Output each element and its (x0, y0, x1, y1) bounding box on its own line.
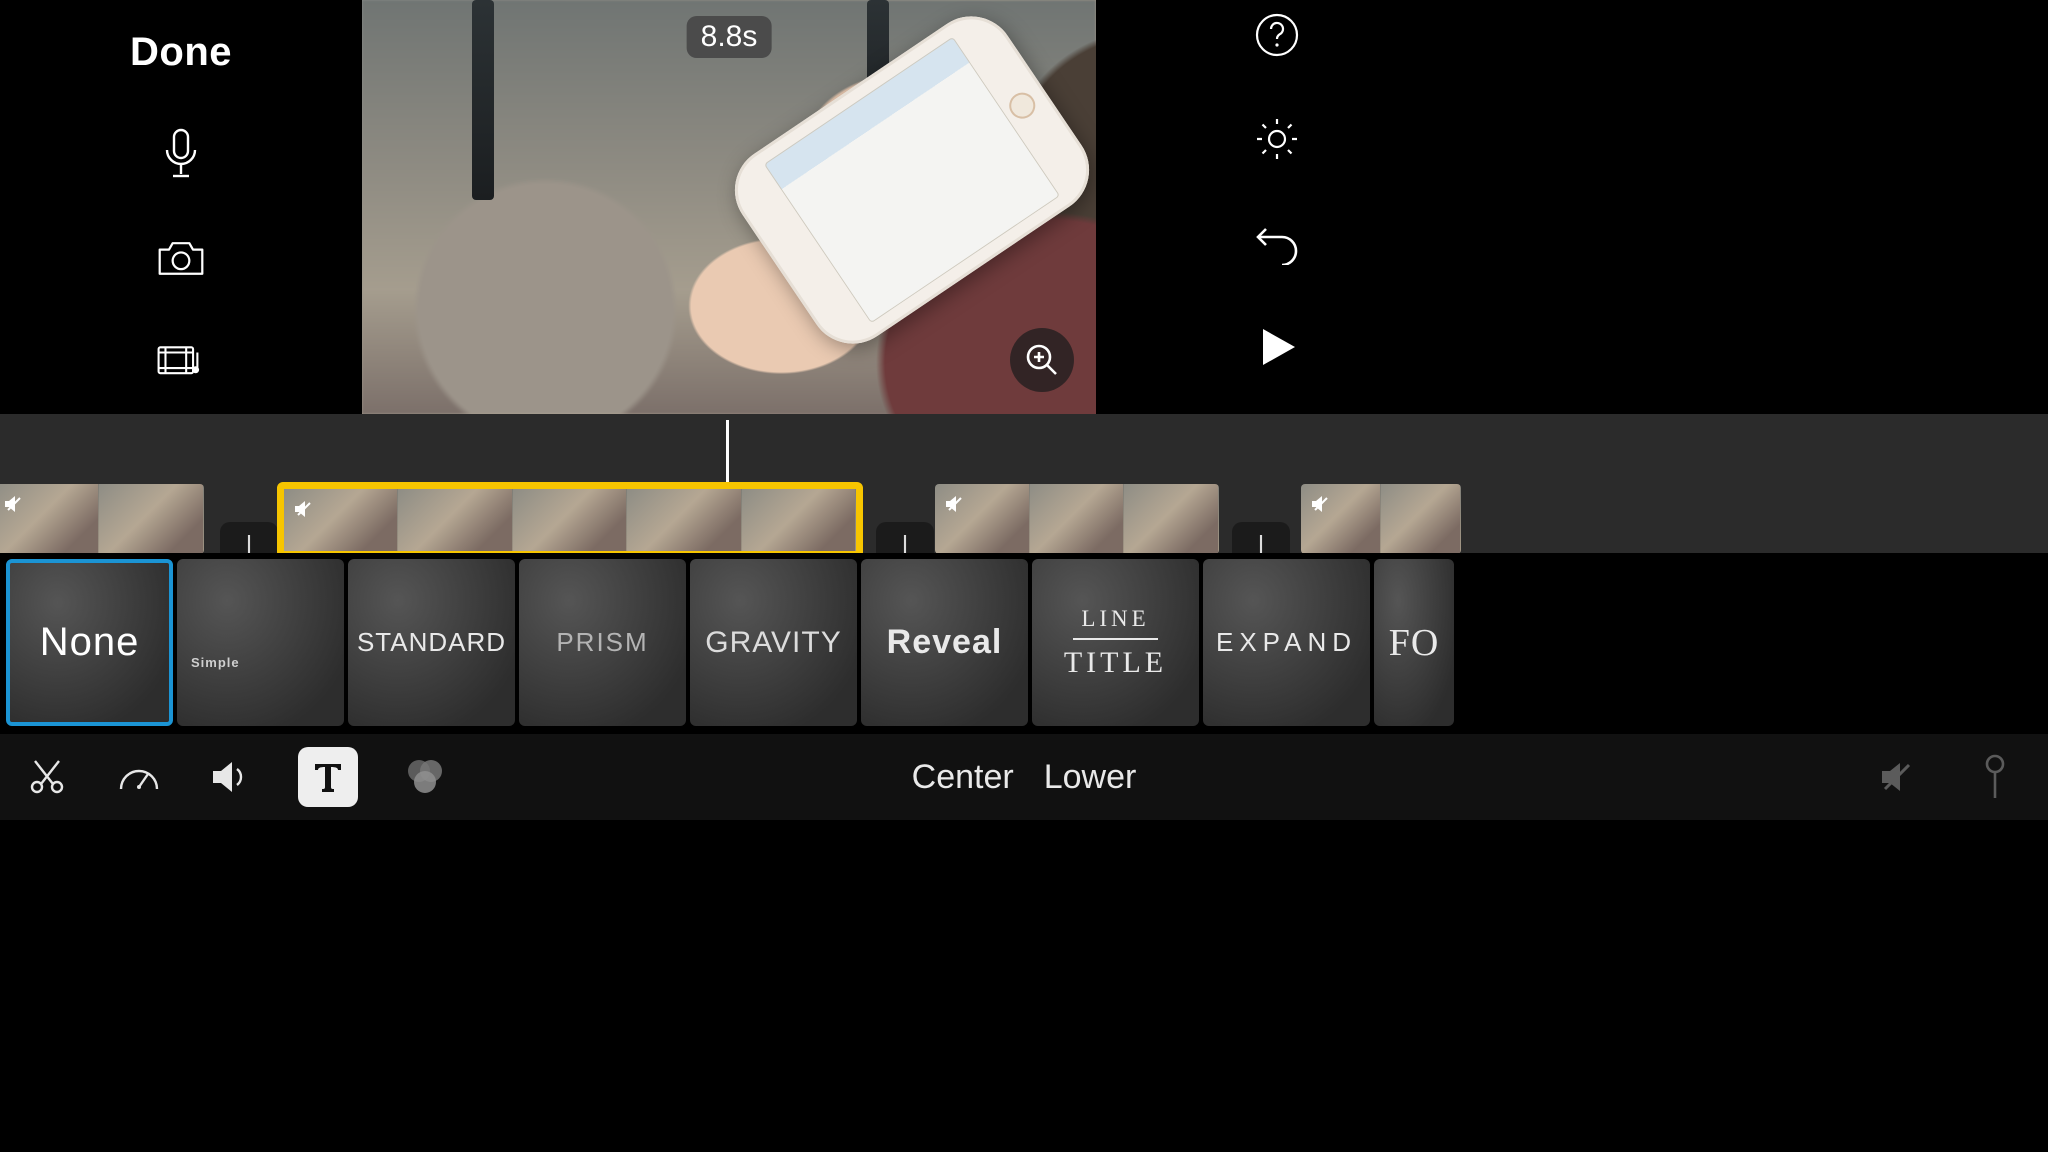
camera-icon[interactable] (156, 233, 206, 283)
title-style-simple[interactable]: Simple (177, 559, 344, 726)
help-icon[interactable] (1252, 10, 1302, 60)
speed-gauge-icon[interactable] (114, 752, 164, 802)
mute-icon (943, 492, 967, 516)
color-filter-icon[interactable] (400, 752, 450, 802)
timeline-clip[interactable] (1301, 484, 1461, 553)
position-center-button[interactable]: Center (912, 758, 1014, 797)
transition-marker[interactable]: | (876, 522, 934, 553)
mute-icon (1309, 492, 1333, 516)
mute-icon (292, 497, 316, 521)
play-icon[interactable] (1252, 322, 1302, 372)
title-style-expand[interactable]: EXPAND (1203, 559, 1370, 726)
title-style-prism[interactable]: PRISM (519, 559, 686, 726)
title-style-none[interactable]: None (6, 559, 173, 726)
volume-icon[interactable] (206, 752, 256, 802)
timeline-clip[interactable] (935, 484, 1219, 553)
mute-disabled-icon (1874, 752, 1924, 802)
timecode-badge: 8.8s (687, 16, 772, 58)
title-style-focus[interactable]: FO (1374, 559, 1454, 726)
zoom-in-icon[interactable] (1010, 328, 1074, 392)
title-style-gravity[interactable]: GRAVITY (690, 559, 857, 726)
title-style-line[interactable]: LINE TITLE (1032, 559, 1199, 726)
settings-gear-icon[interactable] (1252, 114, 1302, 164)
media-library-icon[interactable] (156, 337, 206, 387)
scissors-icon[interactable] (22, 752, 72, 802)
timeline-clip-selected[interactable] (277, 482, 863, 553)
keyframe-pin-icon (1970, 752, 2020, 802)
undo-icon[interactable] (1252, 218, 1302, 268)
inspector-bar: Center Lower (0, 734, 2048, 820)
title-position-group: Center Lower (912, 758, 1137, 797)
video-preview[interactable]: 8.8s (362, 0, 1096, 414)
transition-marker[interactable]: | (1232, 522, 1290, 553)
timeline-clip[interactable] (0, 484, 204, 553)
title-style-reveal[interactable]: Reveal (861, 559, 1028, 726)
transition-marker[interactable]: | (220, 522, 278, 553)
title-style-picker: None Simple STANDARD PRISM GRAVITY Revea… (0, 553, 2048, 734)
done-button[interactable]: Done (130, 30, 232, 75)
microphone-icon[interactable] (156, 129, 206, 179)
position-lower-button[interactable]: Lower (1044, 758, 1137, 797)
timeline[interactable]: | | | (0, 414, 2048, 553)
text-tool-icon[interactable] (298, 747, 358, 807)
mute-icon (2, 492, 26, 516)
title-style-standard[interactable]: STANDARD (348, 559, 515, 726)
